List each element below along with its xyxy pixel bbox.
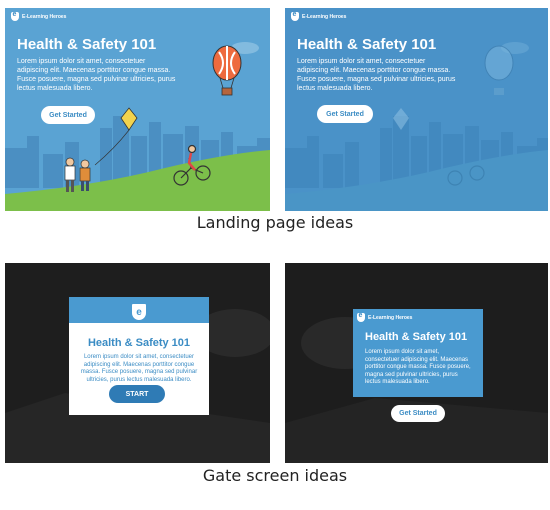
- gate-screen-card: e Health & Safety 101 Lorem ipsum dolor …: [5, 263, 270, 463]
- page-title: Health & Safety 101: [297, 36, 437, 53]
- get-started-button[interactable]: Get Started: [317, 105, 373, 123]
- get-started-button[interactable]: Get Started: [41, 106, 95, 124]
- gate-screen-blue: E-Learning Heroes Health & Safety 101 Lo…: [285, 263, 548, 463]
- brand-logo: E-Learning Heroes: [357, 312, 413, 322]
- shield-logo-icon: [291, 11, 299, 21]
- card-title: Health & Safety 101: [365, 331, 468, 343]
- shield-logo-icon: e: [130, 302, 148, 322]
- shield-logo-icon: [11, 11, 19, 21]
- intro-text: Lorem ipsum dolor sit amet, consectetuer…: [17, 58, 176, 92]
- intro-text: Lorem ipsum dolor sit amet, consectetuer…: [297, 58, 456, 92]
- card-text: Lorem ipsum dolor sit amet, consectetuer…: [365, 349, 471, 385]
- hot-air-balloon-icon: [212, 45, 242, 96]
- landing-page-light: E-Learning Heroes Health & Safety 101 Lo…: [5, 8, 270, 211]
- shield-logo-icon: [357, 312, 365, 322]
- landing-caption: Landing page ideas: [196, 213, 354, 232]
- card-title: Health & Safety 101: [87, 337, 191, 349]
- card-text: Lorem ipsum dolor sit amet, consectetuer…: [80, 354, 198, 383]
- brand-name: E-Learning Heroes: [302, 13, 347, 20]
- brand-logo: E-Learning Heroes: [291, 11, 347, 21]
- start-button[interactable]: START: [109, 385, 165, 403]
- brand-name: E-Learning Heroes: [368, 314, 413, 321]
- brand-logo: E-Learning Heroes: [11, 11, 67, 21]
- gate-card: e Health & Safety 101 Lorem ipsum dolor …: [69, 297, 209, 415]
- page-title: Health & Safety 101: [17, 36, 157, 53]
- gate-caption: Gate screen ideas: [202, 466, 348, 485]
- landing-page-dark: E-Learning Heroes Health & Safety 101 Lo…: [285, 8, 548, 211]
- hot-air-balloon-icon: [484, 45, 514, 95]
- gate-card-blue: E-Learning Heroes Health & Safety 101 Lo…: [353, 309, 483, 397]
- brand-name: E-Learning Heroes: [22, 13, 67, 20]
- get-started-button[interactable]: Get Started: [391, 405, 445, 422]
